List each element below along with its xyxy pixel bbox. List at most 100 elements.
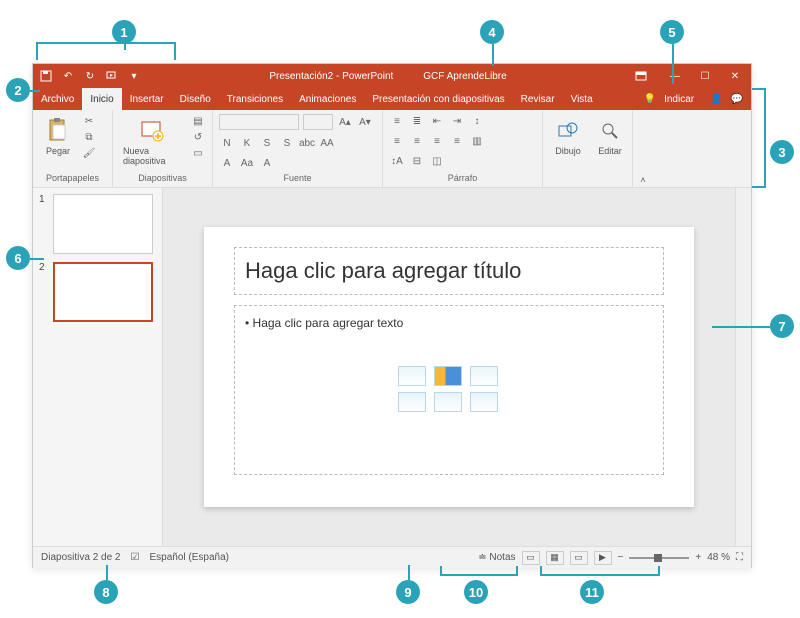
ribbon-display-icon[interactable] [635, 71, 655, 82]
tab-archivo[interactable]: Archivo [33, 88, 82, 110]
slide-sorter-view-button[interactable]: ▦ [546, 551, 564, 565]
insert-picture-icon[interactable] [398, 392, 426, 412]
highlight-icon[interactable]: A [259, 156, 275, 170]
tab-animaciones[interactable]: Animaciones [291, 88, 364, 110]
font-color-icon[interactable]: A [219, 156, 235, 170]
decrease-font-icon[interactable]: A▾ [357, 115, 373, 129]
increase-font-icon[interactable]: A▴ [337, 115, 353, 129]
tab-vista[interactable]: Vista [563, 88, 601, 110]
insert-table-icon[interactable] [398, 366, 426, 386]
font-family-dropdown[interactable] [219, 114, 299, 130]
maximize-button[interactable]: ☐ [695, 71, 715, 82]
copy-icon[interactable]: ⧉ [81, 130, 97, 144]
redo-icon[interactable]: ↻ [83, 69, 97, 83]
normal-view-button[interactable]: ▭ [522, 551, 540, 565]
layout-icon[interactable]: ▤ [190, 114, 206, 128]
numbering-icon[interactable]: ≣ [409, 114, 425, 128]
callout-5: 5 [660, 20, 684, 44]
align-text-icon[interactable]: ⊟ [409, 154, 425, 168]
insert-chart-icon[interactable] [434, 366, 462, 386]
italic-icon[interactable]: K [239, 136, 255, 150]
vertical-scrollbar[interactable] [735, 188, 751, 546]
reading-view-button[interactable]: ▭ [570, 551, 588, 565]
align-right-icon[interactable]: ≡ [429, 134, 445, 148]
tab-revisar[interactable]: Revisar [513, 88, 563, 110]
font-size-dropdown[interactable] [303, 114, 333, 130]
insert-video-icon[interactable] [470, 392, 498, 412]
align-left-icon[interactable]: ≡ [389, 134, 405, 148]
smartart-icon[interactable]: ◫ [429, 154, 445, 168]
new-slide-label: Nueva diapositiva [123, 146, 182, 166]
notes-button[interactable]: ≐ Notas [478, 552, 515, 563]
change-case-icon[interactable]: Aa [239, 156, 255, 170]
language-label[interactable]: Español (España) [149, 552, 229, 563]
tab-inicio[interactable]: Inicio [82, 88, 121, 110]
new-slide-button[interactable]: Nueva diapositiva [119, 114, 186, 168]
section-icon[interactable]: ▭ [190, 146, 206, 160]
clipboard-group-label: Portapapeles [39, 173, 106, 183]
tab-transiciones[interactable]: Transiciones [219, 88, 291, 110]
text-direction-icon[interactable]: ↕A [389, 154, 405, 168]
close-button[interactable]: ✕ [725, 71, 745, 82]
format-painter-icon[interactable]: 🖌 [81, 146, 97, 160]
zoom-out-button[interactable]: − [618, 552, 624, 563]
share-icon[interactable]: 👤 [710, 94, 722, 105]
window-controls: — ☐ ✕ [635, 71, 745, 82]
callout-5-lead [672, 44, 674, 84]
bullets-icon[interactable]: ≡ [389, 114, 405, 128]
shadow-icon[interactable]: S [279, 136, 295, 150]
callout-10-bracket [440, 566, 518, 576]
callout-11-bracket [540, 566, 660, 576]
content-placeholder[interactable]: Haga clic para agregar texto [234, 305, 664, 475]
slide-thumbnail-2[interactable] [53, 262, 153, 322]
justify-icon[interactable]: ≡ [449, 134, 465, 148]
paste-button[interactable]: Pegar [39, 114, 77, 158]
increase-indent-icon[interactable]: ⇥ [449, 114, 465, 128]
ribbon-collapse-button[interactable]: ˄ [633, 110, 653, 187]
thumb-number: 1 [39, 194, 49, 254]
fit-to-window-button[interactable]: ⛶ [736, 552, 743, 563]
strike-icon[interactable]: abc [299, 136, 315, 150]
clipboard-icon [43, 116, 73, 146]
slide-thumbnails-panel: 1 2 [33, 188, 163, 546]
tab-diseno[interactable]: Diseño [172, 88, 219, 110]
undo-icon[interactable]: ↶ [61, 69, 75, 83]
char-spacing-icon[interactable]: AA [319, 136, 335, 150]
columns-icon[interactable]: ▥ [469, 134, 485, 148]
reset-icon[interactable]: ↺ [190, 130, 206, 144]
thumb-row-1: 1 [39, 194, 156, 254]
line-spacing-icon[interactable]: ↕ [469, 114, 485, 128]
callout-8-lead [106, 565, 108, 580]
tell-me-input[interactable]: Indicar [664, 94, 694, 105]
spell-check-icon[interactable]: ☑ [131, 552, 140, 563]
cut-icon[interactable]: ✂ [81, 114, 97, 128]
comments-icon[interactable]: 💬 [731, 94, 743, 105]
save-icon[interactable] [39, 69, 53, 83]
bold-icon[interactable]: N [219, 136, 235, 150]
zoom-slider-thumb[interactable] [654, 554, 662, 562]
align-center-icon[interactable]: ≡ [409, 134, 425, 148]
callout-4: 4 [480, 20, 504, 44]
start-from-beginning-icon[interactable] [105, 69, 119, 83]
decrease-indent-icon[interactable]: ⇤ [429, 114, 445, 128]
edit-button[interactable]: Editar [591, 114, 629, 158]
drawing-button[interactable]: Dibujo [549, 114, 587, 158]
slideshow-view-button[interactable]: ▶ [594, 551, 612, 565]
slide-counter: Diapositiva 2 de 2 [41, 552, 121, 563]
slide-thumbnail-1[interactable] [53, 194, 153, 254]
qat-dropdown-icon[interactable]: ▾ [127, 69, 141, 83]
insert-smartart-icon[interactable] [470, 366, 498, 386]
zoom-in-button[interactable]: + [695, 552, 701, 563]
tab-insertar[interactable]: Insertar [122, 88, 172, 110]
zoom-slider[interactable] [629, 557, 689, 559]
tab-presentacion[interactable]: Presentación con diapositivas [364, 88, 512, 110]
underline-icon[interactable]: S [259, 136, 275, 150]
zoom-percentage[interactable]: 48 % [707, 552, 730, 563]
title-placeholder[interactable]: Haga clic para agregar título [234, 247, 664, 295]
insert-online-picture-icon[interactable] [434, 392, 462, 412]
callout-7: 7 [770, 314, 794, 338]
current-slide[interactable]: Haga clic para agregar título Haga clic … [204, 227, 694, 507]
account-name: GCF AprendeLibre [423, 71, 506, 82]
find-icon [595, 116, 625, 146]
minimize-button[interactable]: — [665, 71, 685, 82]
